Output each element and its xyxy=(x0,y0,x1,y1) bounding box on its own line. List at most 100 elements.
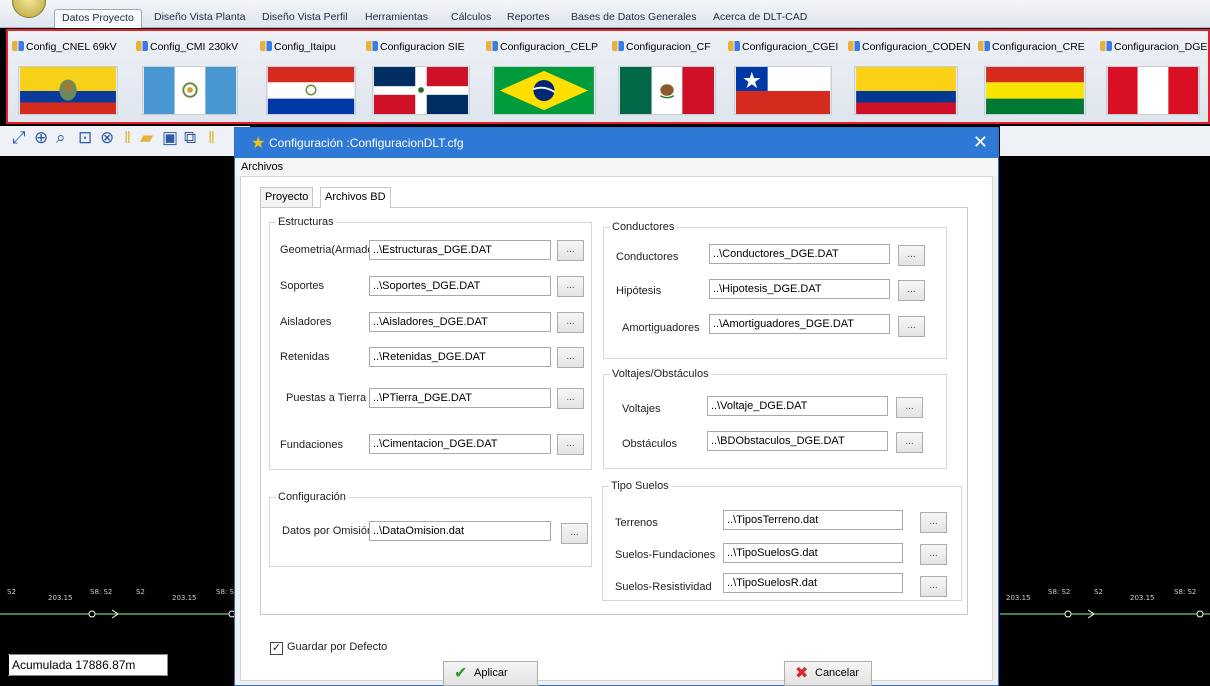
soportes-field[interactable]: ..\Soportes_DGE.DAT xyxy=(369,276,551,296)
aisladores-browse-button[interactable]: ... xyxy=(557,312,584,333)
datos-omision-label: Datos por Omisión xyxy=(282,525,374,537)
cancelar-button[interactable]: ✖ Cancelar xyxy=(784,661,872,686)
suelos-fundaciones-browse-button[interactable]: ... xyxy=(920,544,947,565)
zoom-window-icon[interactable]: ⌕ xyxy=(56,127,66,149)
separator-icon: ‖ xyxy=(124,128,132,147)
menu-archivos[interactable]: Archivos xyxy=(241,161,283,173)
config-itaipu-button[interactable]: Config_Itaipu xyxy=(260,35,362,121)
dialog-title: Configuración :ConfiguracionDLT.cfg xyxy=(269,136,464,150)
config-icon xyxy=(12,41,24,51)
configuracion-group: Configuración Datos por Omisión ..\DataO… xyxy=(269,491,592,567)
configuration-ribbon: Config_CNEL 69kV Config_CMI 230kV Config… xyxy=(6,29,1210,124)
aisladores-field[interactable]: ..\Aisladores_DGE.DAT xyxy=(369,312,551,332)
zoom-extents-icon[interactable]: ⊡ xyxy=(78,127,92,149)
suelos-resistividad-field[interactable]: ..\TipoSuelosR.dat xyxy=(723,573,903,593)
tab-herramientas[interactable]: Herramientas xyxy=(358,9,435,28)
config-coden-button[interactable]: Configuracion_CODEN xyxy=(848,35,972,121)
terrenos-field[interactable]: ..\TiposTerreno.dat xyxy=(723,510,903,530)
obstaculos-browse-button[interactable]: ... xyxy=(896,432,923,453)
amortiguadores-browse-button[interactable]: ... xyxy=(898,316,925,337)
config-dge-button[interactable]: Configuracion_DGE xyxy=(1100,35,1208,121)
toolbar-right-area xyxy=(1000,126,1210,156)
suelos-fundaciones-label: Suelos-Fundaciones xyxy=(615,549,716,561)
fundaciones-browse-button[interactable]: ... xyxy=(557,434,584,455)
tab-datos-proyecto[interactable]: Datos Proyecto xyxy=(54,9,142,28)
drawing-label: 203.15 xyxy=(172,594,197,602)
config-star-icon: ★ xyxy=(251,135,266,152)
voltajes-browse-button[interactable]: ... xyxy=(896,397,923,418)
config-label: Configuracion_CF xyxy=(626,41,711,53)
aplicar-button[interactable]: ✔ Aplicar xyxy=(443,661,538,686)
retenidas-field[interactable]: ..\Retenidas_DGE.DAT xyxy=(369,347,551,367)
suelos-fundaciones-field[interactable]: ..\TipoSuelosG.dat xyxy=(723,543,903,563)
dialog-menubar: Archivos xyxy=(235,158,998,176)
suelos-resistividad-browse-button[interactable]: ... xyxy=(920,576,947,597)
app-menu-button[interactable] xyxy=(12,0,46,18)
config-icon xyxy=(612,41,624,51)
tipo-suelos-title: Tipo Suelos xyxy=(609,480,671,492)
soportes-browse-button[interactable]: ... xyxy=(557,276,584,297)
geometria-field[interactable]: ..\Estructuras_DGE.DAT xyxy=(369,240,551,260)
zoom-previous-icon[interactable]: ⊗ xyxy=(100,127,114,149)
config-icon xyxy=(260,41,272,51)
tab-bases-de-datos[interactable]: Bases de Datos Generales xyxy=(564,9,704,28)
amortiguadores-field[interactable]: ..\Amortiguadores_DGE.DAT xyxy=(709,314,890,334)
config-label: Config_Itaipu xyxy=(274,41,336,53)
tipo-suelos-group: Tipo Suelos Terrenos ..\TiposTerreno.dat… xyxy=(602,480,962,601)
voltajes-group: Voltajes/Obstáculos Voltajes ..\Voltaje_… xyxy=(603,368,947,469)
aplicar-label: Aplicar xyxy=(474,667,508,679)
zoom-pan-icon[interactable]: ⤢ xyxy=(12,127,26,149)
copy-icon[interactable]: ⧉ xyxy=(184,127,196,149)
puestas-tierra-browse-button[interactable]: ... xyxy=(557,388,584,409)
config-label: Configuracion SIE xyxy=(380,41,465,53)
tab-reportes[interactable]: Reportes xyxy=(500,9,557,28)
tab-acerca-de[interactable]: Acerca de DLT-CAD xyxy=(706,9,814,28)
drawing-label: S8: S2 xyxy=(90,588,113,596)
config-icon xyxy=(1100,41,1112,51)
guardar-checkbox[interactable]: ✓ xyxy=(270,642,283,655)
drawing-label: 203.15 xyxy=(1006,594,1031,602)
conductores-title: Conductores xyxy=(610,221,677,233)
config-celp-button[interactable]: Configuracion_CELP xyxy=(486,35,604,121)
voltajes-label: Voltajes xyxy=(622,403,661,415)
tab-calculos[interactable]: Cálculos xyxy=(444,9,498,28)
suelos-resistividad-label: Suelos-Resistividad xyxy=(615,581,712,593)
hipotesis-label: Hipótesis xyxy=(616,285,662,297)
config-label: Configuracion_CGEI xyxy=(742,41,839,53)
terrenos-browse-button[interactable]: ... xyxy=(920,512,947,533)
chile-flag-icon xyxy=(734,66,832,115)
close-icon[interactable]: ✕ xyxy=(973,132,988,152)
tab-archivos-bd[interactable]: Archivos BD xyxy=(320,187,391,208)
tab-proyecto[interactable]: Proyecto xyxy=(260,187,314,207)
drawing-label: S8: S2 xyxy=(1174,588,1197,596)
checkmark-icon: ✔ xyxy=(454,665,468,682)
tab-diseno-vista-perfil[interactable]: Diseño Vista Perfil xyxy=(255,9,355,28)
tab-diseno-vista-planta[interactable]: Diseño Vista Planta xyxy=(147,9,252,28)
datos-omision-field[interactable]: ..\DataOmision.dat xyxy=(369,521,551,541)
open-folder-icon[interactable]: ▰ xyxy=(140,127,153,149)
config-cnel-button[interactable]: Config_CNEL 69kV xyxy=(12,35,132,121)
conductores-browse-button[interactable]: ... xyxy=(898,245,925,266)
zoom-plus-icon[interactable]: ⊕ xyxy=(34,127,48,149)
datos-omision-browse-button[interactable]: ... xyxy=(561,523,588,544)
voltajes-field[interactable]: ..\Voltaje_DGE.DAT xyxy=(707,396,888,416)
dialog-title-bar[interactable]: ★ Configuración :ConfiguracionDLT.cfg ✕ xyxy=(235,128,998,158)
config-sie-button[interactable]: Configuracion SIE xyxy=(366,35,480,121)
puestas-tierra-field[interactable]: ..\PTierra_DGE.DAT xyxy=(369,388,551,408)
config-cre-button[interactable]: Configuracion_CRE xyxy=(978,35,1094,121)
puestas-tierra-label: Puestas a Tierra xyxy=(286,392,367,404)
config-cgei-button[interactable]: Configuracion_CGEI xyxy=(728,35,842,121)
save-icon[interactable]: ▣ xyxy=(162,127,178,149)
fundaciones-field[interactable]: ..\Cimentacion_DGE.DAT xyxy=(369,434,551,454)
colombia-flag-icon xyxy=(854,66,958,115)
config-cf-button[interactable]: Configuracion_CF xyxy=(612,35,722,121)
geometria-browse-button[interactable]: ... xyxy=(557,240,584,261)
hipotesis-field[interactable]: ..\Hipotesis_DGE.DAT xyxy=(709,279,890,299)
obstaculos-field[interactable]: ..\BDObstaculos_DGE.DAT xyxy=(707,431,888,451)
config-cmi-button[interactable]: Config_CMI 230kV xyxy=(136,35,252,121)
retenidas-browse-button[interactable]: ... xyxy=(557,347,584,368)
hipotesis-browse-button[interactable]: ... xyxy=(898,280,925,301)
mexico-flag-icon xyxy=(618,66,716,115)
conductores-field[interactable]: ..\Conductores_DGE.DAT xyxy=(709,244,890,264)
config-label: Configuracion_CELP xyxy=(500,41,599,53)
